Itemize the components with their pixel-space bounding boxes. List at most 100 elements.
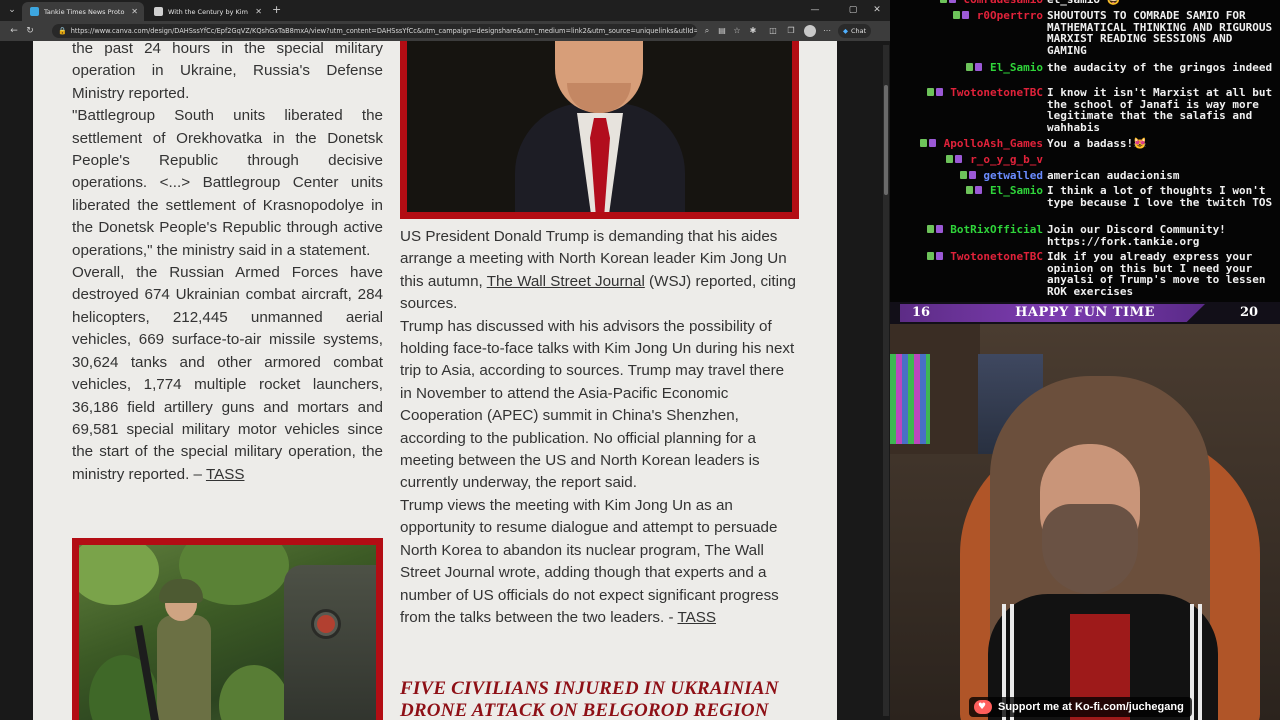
profile-icon[interactable] <box>804 25 816 37</box>
left-column: the past 24 hours in the special militar… <box>72 41 383 486</box>
banner-right-number: 20 <box>1240 305 1259 320</box>
right-column: US President Donald Trump is demanding t… <box>400 226 800 629</box>
favorite-icon[interactable]: ☆ <box>730 24 744 38</box>
chat-text: SHOUTOUTS TO COMRADE SAMIO FOR MATHEMATI… <box>1047 9 1273 57</box>
trump-photo-image <box>407 41 792 212</box>
chat-badge-icon <box>929 139 936 147</box>
soldier-photo-image <box>79 545 376 720</box>
chat-badge-icon <box>955 155 963 163</box>
split-screen-icon[interactable]: ◫ <box>766 24 780 38</box>
article-paragraph: US President Donald Trump is demanding t… <box>400 226 800 316</box>
tab-label: Tankie Times News Proto 33 <box>44 7 127 16</box>
article-paragraph: "Battlegroup South units liberated the s… <box>72 107 383 259</box>
chat-badges <box>926 88 943 96</box>
chat-text: el_samio 😆 <box>1047 0 1277 6</box>
copilot-icon: ◆ <box>843 27 848 35</box>
chat-username[interactable]: ApolloAsh_Games <box>944 138 1043 150</box>
soldier-photo <box>72 538 383 720</box>
kofi-banner: Support me at Ko-fi.com/juchegang <box>969 697 1192 717</box>
canva-favicon-icon <box>30 7 39 16</box>
chat-badge-icon <box>926 88 934 96</box>
article-text: Trump views the meeting with Kim Jong Un… <box>400 496 779 626</box>
chat-badges <box>966 186 983 194</box>
refresh-icon[interactable]: ↻ <box>22 26 38 36</box>
chat-username[interactable]: getwalled <box>983 170 1043 182</box>
chat-badge-icon <box>966 63 974 71</box>
chat-badges <box>939 0 956 3</box>
chat-badge-icon <box>975 186 983 194</box>
window-close-icon[interactable]: ✕ <box>866 3 888 17</box>
page-viewport[interactable]: the past 24 hours in the special militar… <box>0 41 890 720</box>
scrollbar[interactable] <box>883 45 889 716</box>
chat-username[interactable]: comradesamio <box>964 0 1043 6</box>
article-paragraph: Trump views the meeting with Kim Jong Un… <box>400 495 800 629</box>
chat-username[interactable]: BotRixOfficial <box>950 224 1043 236</box>
chat-text: I think a lot of thoughts I won't type b… <box>1047 184 1273 209</box>
reader-icon[interactable]: ▤ <box>715 24 729 38</box>
chat-username[interactable]: r0Opertrro <box>977 10 1043 22</box>
chat-text: the audacity of the gringos indeed <box>1047 61 1273 74</box>
chat-badge-icon <box>946 155 954 163</box>
back-icon[interactable]: ← <box>6 26 22 36</box>
kofi-text: Support me at Ko-fi.com/juchegang <box>998 701 1184 713</box>
new-tab-icon[interactable]: + <box>272 3 281 17</box>
chat-text: american audacionism <box>1047 169 1180 182</box>
chat-badge-icon <box>935 88 943 96</box>
chat-badge-icon <box>926 225 934 233</box>
chat-badge-icon <box>935 225 943 233</box>
article-paragraph: Overall, the Russian Armed Forces have d… <box>72 262 383 486</box>
article-paragraph: Trump has discussed with his advisors th… <box>400 317 795 492</box>
zoom-icon[interactable]: ⌕ <box>700 24 714 38</box>
tab-with-the-century[interactable]: With the Century by Kim Il Sung ✕ <box>146 2 268 21</box>
chat-username[interactable]: El_Samio <box>990 185 1043 197</box>
chat-badge-icon <box>948 0 956 3</box>
address-bar[interactable]: 🔒 https://www.canva.com/design/DAHSssYfC… <box>52 24 697 38</box>
site-info-icon[interactable]: 🔒 <box>58 27 67 35</box>
banner-title: HAPPY FUN TIME <box>1015 305 1155 320</box>
trump-photo <box>400 41 799 219</box>
chat-username[interactable]: El_Samio <box>990 62 1043 74</box>
close-icon[interactable]: ✕ <box>255 7 262 16</box>
chat-badge-icon <box>935 252 943 260</box>
stream-banner: 16 HAPPY FUN TIME 20 <box>890 302 1280 324</box>
chat-text: I know it isn't Marxist at all but the s… <box>1047 86 1273 134</box>
chat-badge-icon <box>920 139 927 147</box>
webcam-video <box>890 324 1280 720</box>
copilot-chat-button[interactable]: ◆ Chat <box>838 24 872 38</box>
newsletter-page: the past 24 hours in the special militar… <box>33 41 837 720</box>
more-icon[interactable]: ⋯ <box>820 24 834 38</box>
chat-badges <box>920 139 936 147</box>
article-paragraph: the past 24 hours in the special militar… <box>72 41 383 102</box>
chat-badges <box>953 11 969 19</box>
tass-source-link[interactable]: TASS <box>206 466 245 483</box>
chat-badge-icon <box>962 11 969 19</box>
chat-text: You a badass!😻 <box>1047 137 1147 150</box>
chat-username[interactable]: TwotonetoneTBC <box>950 87 1043 99</box>
tab-tankie-times[interactable]: Tankie Times News Proto 33 ✕ <box>22 2 144 21</box>
scrollbar-thumb[interactable] <box>884 85 888 195</box>
tass-source-link[interactable]: TASS <box>677 609 716 626</box>
chat-text: Idk if you already express your opinion … <box>1047 250 1266 298</box>
tab-list-icon[interactable]: ⌄ <box>4 3 20 18</box>
page-favicon-icon <box>154 7 163 16</box>
chat-badges <box>946 155 963 163</box>
browser-window: ⌄ Tankie Times News Proto 33 ✕ With the … <box>0 0 890 720</box>
wsj-source-link[interactable]: The Wall Street Journal <box>487 273 645 290</box>
close-icon[interactable]: ✕ <box>131 7 138 16</box>
chat-username[interactable]: TwotonetoneTBC <box>950 251 1043 263</box>
webcam-panel: 16 HAPPY FUN TIME 20 <box>890 302 1280 720</box>
chat-label: Chat <box>851 27 867 35</box>
minimize-icon[interactable]: — <box>804 3 826 17</box>
tab-strip: ⌄ Tankie Times News Proto 33 ✕ With the … <box>0 0 890 21</box>
chat-username[interactable]: r_o_y_g_b_v <box>970 154 1043 166</box>
chat-badge-icon <box>975 63 983 71</box>
collections-icon[interactable]: ❐ <box>784 24 798 38</box>
chat-badges <box>959 171 976 179</box>
chat-text: Join our Discord Community! https://fork… <box>1047 223 1226 248</box>
chat-badges <box>926 225 943 233</box>
extensions-icon[interactable]: ✱ <box>746 24 760 38</box>
tab-label: With the Century by Kim Il Sung <box>168 7 250 16</box>
chat-badge-icon <box>939 0 947 3</box>
chat-badge-icon <box>966 186 974 194</box>
maximize-icon[interactable]: ▢ <box>842 3 864 17</box>
